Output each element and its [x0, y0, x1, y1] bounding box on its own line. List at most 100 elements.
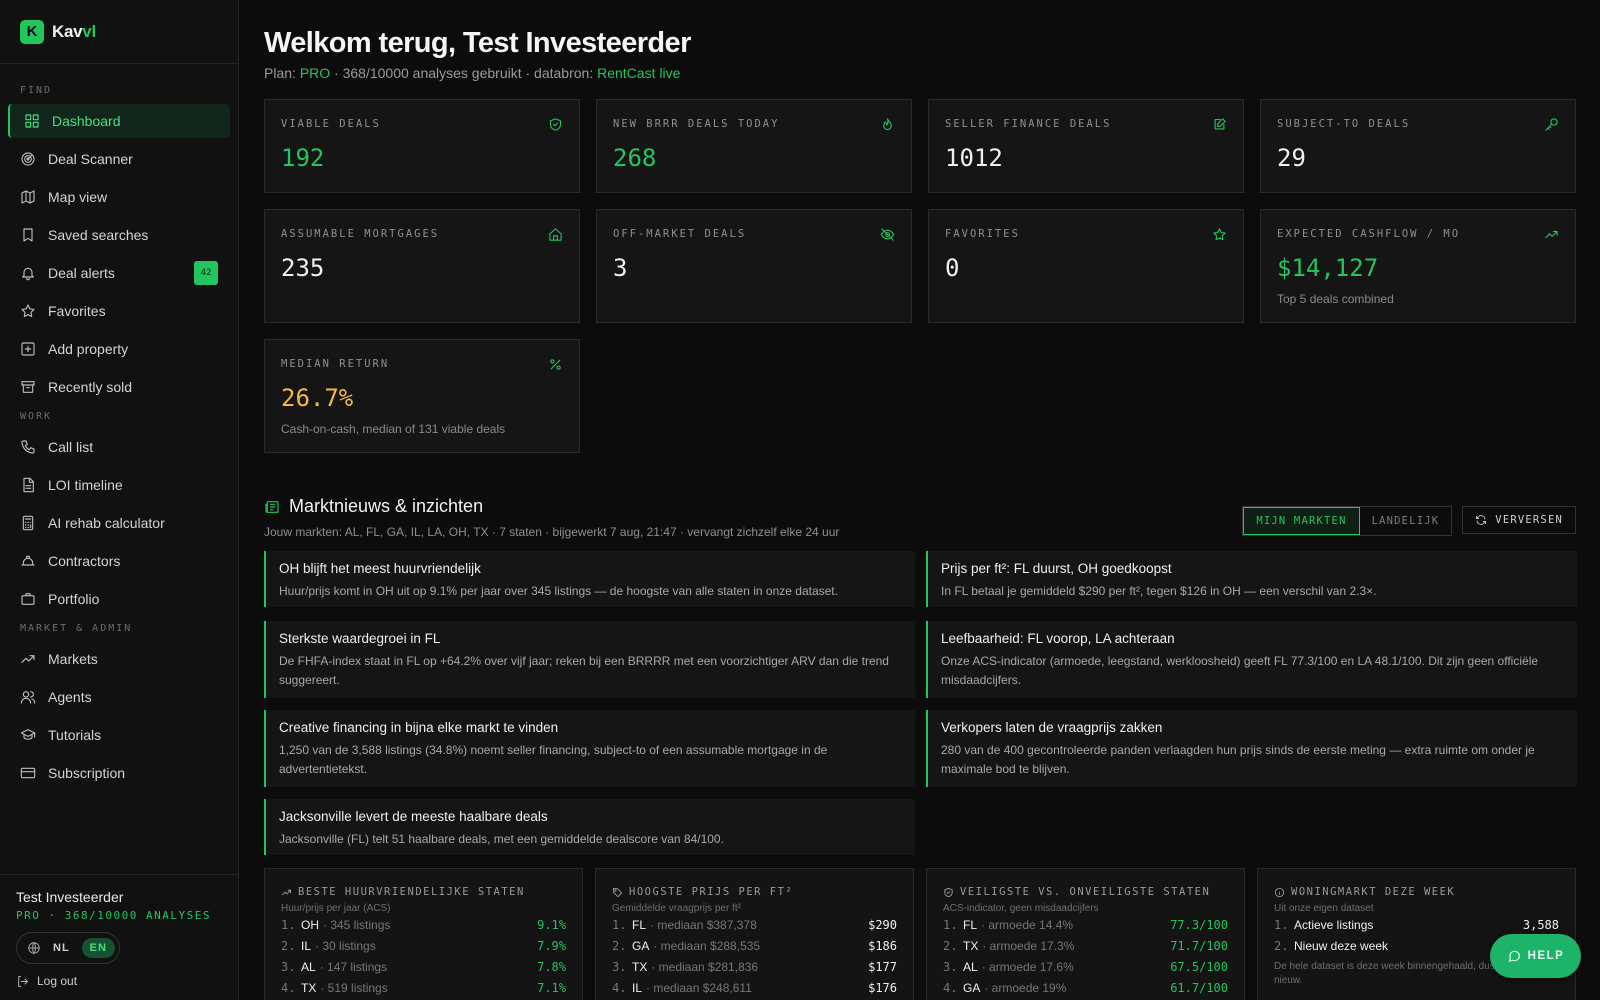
- sidebar-item-agents[interactable]: Agents: [8, 680, 230, 714]
- sidebar-item-favorites[interactable]: Favorites: [8, 294, 230, 328]
- sidebar-item-label: Agents: [48, 689, 92, 705]
- stat-card-viable-deals[interactable]: VIABLE DEALS 192: [264, 99, 580, 193]
- data-source[interactable]: RentCast live: [597, 65, 680, 81]
- user-name: Test Investeerder: [16, 889, 124, 905]
- trending-up-icon: [282, 889, 292, 895]
- value: 71.7/100: [1170, 938, 1228, 953]
- rank: 2.: [943, 938, 958, 953]
- chat-icon: [1508, 950, 1520, 963]
- sidebar-item-dashboard[interactable]: Dashboard: [8, 104, 230, 138]
- refresh-button[interactable]: VERVERSEN: [1462, 506, 1576, 534]
- ranking-row[interactable]: 1. Actieve listings 3,588: [1274, 914, 1559, 935]
- news-list: OH blijft het meest huurvriendelijk Huur…: [264, 551, 1577, 855]
- brand[interactable]: K Kavvl: [0, 0, 238, 64]
- plan-name: PRO: [299, 65, 331, 81]
- news-item[interactable]: Leefbaarheid: FL voorop, LA achteraan On…: [926, 621, 1577, 698]
- panel-title: WONINGMARKT DEZE WEEK: [1274, 886, 1559, 898]
- phone-icon: [21, 440, 35, 454]
- stat-card-assumable-mortgages[interactable]: ASSUMABLE MORTGAGES 235: [264, 209, 580, 323]
- stat-card-seller-finance-deals[interactable]: SELLER FINANCE DEALS 1012: [928, 99, 1244, 193]
- ranking-row[interactable]: 1. FL · mediaan $387,378 $290: [612, 914, 897, 935]
- sidebar-item-label: Saved searches: [48, 227, 149, 243]
- stat-card-expected-cashflow[interactable]: EXPECTED CASHFLOW / MO $14,127 Top 5 dea…: [1260, 209, 1576, 323]
- ranking-row[interactable]: 4. IL · mediaan $248,611 $176: [612, 977, 897, 998]
- sidebar-item-map-view[interactable]: Map view: [8, 180, 230, 214]
- newspaper-icon: [265, 500, 279, 513]
- stat-note: Cash-on-cash, median of 131 viable deals: [281, 422, 506, 436]
- tab-my-markets[interactable]: MIJN MARKTEN: [1243, 507, 1360, 535]
- ranking-row[interactable]: 4. TX · 519 listings 7.1%: [281, 977, 566, 998]
- stat-card-median-return[interactable]: MEDIAN RETURN 26.7% Cash-on-cash, median…: [264, 339, 580, 453]
- section-work: WORK: [20, 411, 53, 422]
- news-headline: OH blijft het meest huurvriendelijk: [279, 561, 481, 576]
- sidebar-item-tutorials[interactable]: Tutorials: [8, 718, 230, 752]
- sidebar-item-label: Favorites: [48, 303, 106, 319]
- stat-value: 192: [281, 144, 325, 172]
- lang-nl-button[interactable]: NL: [45, 938, 78, 958]
- stat-card-new-brrr-deals[interactable]: NEW BRRR DEALS TODAY 268: [596, 99, 912, 193]
- help-button[interactable]: HELP: [1490, 934, 1581, 978]
- panel-subtitle: Gemiddelde vraagprijs per ft²: [612, 903, 741, 914]
- state: TX: [301, 980, 317, 995]
- stat-card-favorites[interactable]: FAVORITES 0: [928, 209, 1244, 323]
- archive-icon: [21, 381, 35, 393]
- sidebar-item-saved-searches[interactable]: Saved searches: [8, 218, 230, 252]
- sidebar-item-recently-sold[interactable]: Recently sold: [8, 370, 230, 404]
- state: IL: [632, 980, 643, 995]
- news-item[interactable]: Creative financing in bijna elke markt t…: [264, 710, 915, 787]
- tab-national[interactable]: LANDELIJK: [1360, 507, 1452, 535]
- ranking-row[interactable]: 4. GA · armoede 19% 61.7/100: [943, 977, 1228, 998]
- stat-card-subject-to-deals[interactable]: SUBJECT-TO DEALS 29: [1260, 99, 1576, 193]
- news-body: Jacksonville (FL) telt 51 haalbare deals…: [279, 832, 724, 846]
- ranking-row[interactable]: 2. GA · mediaan $288,535 $186: [612, 935, 897, 956]
- state: TX: [632, 959, 648, 974]
- logout-button[interactable]: Log out: [16, 974, 222, 988]
- news-item[interactable]: OH blijft het meest huurvriendelijk Huur…: [264, 551, 915, 607]
- ranking-row[interactable]: 3. TX · mediaan $281,836 $177: [612, 956, 897, 977]
- sidebar-item-deal-scanner[interactable]: Deal Scanner: [8, 142, 230, 176]
- sidebar-item-portfolio[interactable]: Portfolio: [8, 582, 230, 616]
- news-item[interactable]: Jacksonville levert de meeste haalbare d…: [264, 799, 915, 855]
- sidebar-item-deal-alerts[interactable]: Deal alerts 42: [8, 256, 230, 290]
- info-icon: [1274, 887, 1285, 897]
- ranking-row[interactable]: 2. IL · 30 listings 7.9%: [281, 935, 566, 956]
- document-icon: [23, 477, 34, 493]
- rank: 4.: [612, 980, 627, 995]
- ranking-row[interactable]: 1. FL · armoede 14.4% 77.3/100: [943, 914, 1228, 935]
- sidebar-item-loi-timeline[interactable]: LOI timeline: [8, 468, 230, 502]
- ranking-row[interactable]: 3. AL · 147 listings 7.8%: [281, 956, 566, 977]
- rank: 2.: [281, 938, 296, 953]
- state: TX: [963, 938, 979, 953]
- ranking-row[interactable]: 1. OH · 345 listings 9.1%: [281, 914, 566, 935]
- plan-prefix: Plan:: [264, 65, 300, 81]
- sidebar-item-ai-rehab-calculator[interactable]: AI rehab calculator: [8, 506, 230, 540]
- sidebar-item-label: LOI timeline: [48, 477, 123, 493]
- sidebar-item-markets[interactable]: Markets: [8, 642, 230, 676]
- ranking-row[interactable]: 2. TX · armoede 17.3% 71.7/100: [943, 935, 1228, 956]
- state: AL: [301, 959, 316, 974]
- section-market-admin: MARKET & ADMIN: [20, 623, 133, 634]
- sidebar-item-contractors[interactable]: Contractors: [8, 544, 230, 578]
- lang-en-button[interactable]: EN: [81, 938, 115, 958]
- sidebar: K Kavvl FIND Dashboard Deal Scanner Map …: [0, 0, 239, 1000]
- shield-icon: [944, 887, 953, 897]
- panel-title-text: VEILIGSTE VS. ONVEILIGSTE STATEN: [960, 886, 1211, 898]
- sidebar-item-add-property[interactable]: Add property: [8, 332, 230, 366]
- stat-card-off-market-deals[interactable]: OFF-MARKET DEALS 3: [596, 209, 912, 323]
- sidebar-item-subscription[interactable]: Subscription: [8, 756, 230, 790]
- sidebar-item-call-list[interactable]: Call list: [8, 430, 230, 464]
- detail: · mediaan $248,611: [646, 980, 752, 995]
- news-headline: Jacksonville levert de meeste haalbare d…: [279, 809, 548, 824]
- detail: · 147 listings: [319, 959, 388, 974]
- news-item[interactable]: Verkopers laten de vraagprijs zakken 280…: [926, 710, 1577, 787]
- star-icon: [21, 304, 35, 318]
- news-item[interactable]: Sterkste waardegroei in FL De FHFA-index…: [264, 621, 915, 698]
- ranking-row[interactable]: 3. AL · armoede 17.6% 67.5/100: [943, 956, 1228, 977]
- value: 61.7/100: [1170, 980, 1228, 995]
- sidebar-item-label: AI rehab calculator: [48, 515, 165, 531]
- detail: · 519 listings: [320, 980, 388, 995]
- news-item[interactable]: Prijs per ft²: FL duurst, OH goedkoopst …: [926, 551, 1577, 607]
- rank: 2.: [1274, 938, 1289, 953]
- eye-off-icon: [880, 228, 895, 241]
- state: OH: [301, 917, 319, 932]
